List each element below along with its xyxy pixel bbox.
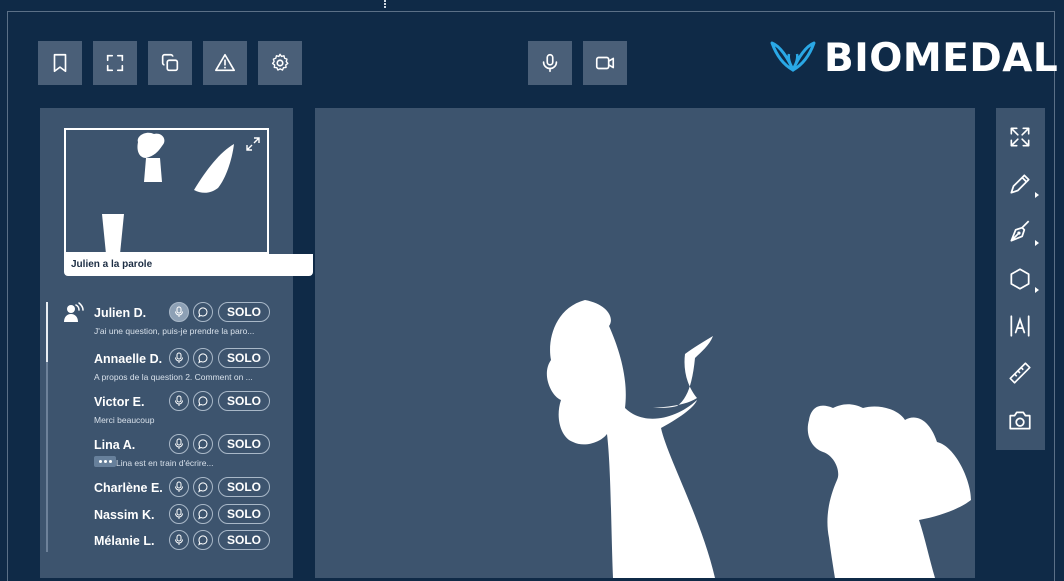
solo-button[interactable]: SOLO [218, 391, 270, 411]
participant-chat-button[interactable] [193, 391, 213, 411]
fullscreen-icon [106, 54, 124, 72]
chat-bubble-icon [198, 509, 208, 520]
pencil-tool[interactable] [1006, 170, 1039, 198]
participant-name: Annaelle D. [94, 352, 163, 366]
snapshot-tool[interactable] [1006, 406, 1034, 434]
solo-button[interactable]: SOLO [218, 504, 270, 524]
solo-button[interactable]: SOLO [218, 434, 270, 454]
participant-name: Charlène E. [94, 481, 163, 495]
microphone-icon [175, 534, 183, 545]
chevron-right-icon [1035, 287, 1039, 293]
brand-logo: BIOMEDAL [770, 33, 1058, 83]
participant-name: Victor E. [94, 395, 145, 409]
copy-icon [161, 53, 179, 72]
bookmark-icon [53, 53, 67, 73]
solo-button[interactable]: SOLO [218, 477, 270, 497]
copy-button[interactable] [148, 41, 192, 85]
expand-preview-icon[interactable] [245, 136, 261, 152]
video-button[interactable] [583, 41, 627, 85]
participant-mic-button[interactable] [169, 504, 189, 524]
video-camera-icon [595, 56, 615, 70]
butterfly-icon [770, 41, 816, 72]
settings-button[interactable] [258, 41, 302, 85]
chevron-right-icon [1035, 192, 1039, 198]
participant-message: Merci beaucoup [94, 415, 155, 425]
chat-bubble-icon [198, 482, 208, 493]
chat-bubble-icon [198, 439, 208, 450]
microphone-icon [175, 395, 183, 406]
participant-name: Nassim K. [94, 508, 155, 522]
expand-icon [1010, 127, 1030, 147]
participant-mic-button[interactable] [169, 348, 189, 368]
preview-video [102, 132, 234, 253]
microphone-icon [175, 438, 183, 449]
microphone-icon [542, 53, 558, 73]
chat-bubble-icon [198, 307, 208, 318]
participant-mic-button[interactable] [169, 302, 189, 322]
drag-handle[interactable] [384, 0, 387, 8]
solo-button[interactable]: SOLO [218, 530, 270, 550]
participant-chat-button[interactable] [193, 434, 213, 454]
ruler-icon [1009, 362, 1031, 384]
text-tool[interactable] [1006, 312, 1034, 340]
microphone-icon [175, 481, 183, 492]
chevron-right-icon [1035, 240, 1039, 246]
warning-icon [215, 53, 235, 72]
chat-bubble-icon [198, 396, 208, 407]
speaking-icon [64, 302, 84, 322]
solo-button[interactable]: SOLO [218, 348, 270, 368]
hexagon-icon [1010, 268, 1030, 290]
brand-name: BIOMEDAL [824, 35, 1059, 81]
participant-chat-button[interactable] [193, 530, 213, 550]
main-video [546, 300, 971, 578]
chat-bubble-icon [198, 353, 208, 364]
main-video-stage[interactable] [315, 108, 975, 578]
active-speaker-preview[interactable] [64, 128, 269, 254]
warning-button[interactable] [203, 41, 247, 85]
text-tool-icon [1010, 315, 1030, 337]
participant-name: Lina A. [94, 438, 136, 452]
expand-tool[interactable] [1006, 123, 1034, 151]
participant-chat-button[interactable] [193, 504, 213, 524]
participant-name: Mélanie L. [94, 534, 155, 548]
participant-mic-button[interactable] [169, 477, 189, 497]
bookmark-button[interactable] [38, 41, 82, 85]
camera-icon [1009, 411, 1031, 430]
gear-icon [271, 53, 289, 71]
microphone-button[interactable] [528, 41, 572, 85]
participant-chat-button[interactable] [193, 477, 213, 497]
participant-chat-button[interactable] [193, 302, 213, 322]
pen-tool[interactable] [1006, 218, 1039, 246]
typing-indicator [94, 456, 116, 467]
participants-panel: Julien a la parole Julien D. SOLO J'ai u… [40, 108, 313, 578]
pencil-icon [1010, 174, 1030, 194]
speaker-caption: Julien a la parole [64, 254, 313, 276]
participant-mic-button[interactable] [169, 391, 189, 411]
participant-name: Julien D. [94, 306, 147, 320]
pen-nib-icon [1010, 220, 1030, 242]
fullscreen-button[interactable] [93, 41, 137, 85]
ruler-tool[interactable] [1006, 359, 1034, 387]
solo-button[interactable]: SOLO [218, 302, 270, 322]
participants-scrollbar-thumb[interactable] [46, 302, 48, 362]
microphone-icon [175, 508, 183, 519]
participant-message: Lina est en train d'écrire... [116, 458, 214, 468]
participant-chat-button[interactable] [193, 348, 213, 368]
microphone-icon [175, 306, 183, 317]
microphone-icon [175, 352, 183, 363]
participant-mic-button[interactable] [169, 434, 189, 454]
drawing-toolbar [996, 108, 1045, 450]
participant-message: A propos de la question 2. Comment on ..… [94, 372, 253, 382]
shape-tool[interactable] [1006, 265, 1039, 293]
participant-mic-button[interactable] [169, 530, 189, 550]
participant-message: J'ai une question, puis-je prendre la pa… [94, 326, 255, 336]
chat-bubble-icon [198, 535, 208, 546]
